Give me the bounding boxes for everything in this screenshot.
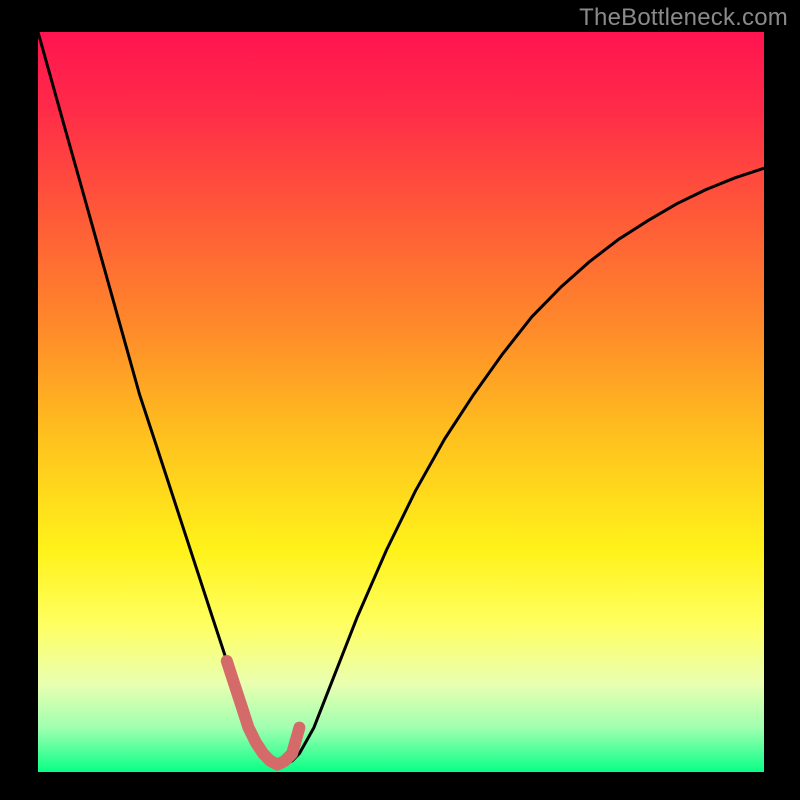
watermark-text: TheBottleneck.com xyxy=(579,4,788,32)
gradient-background xyxy=(38,32,764,772)
bottleneck-chart xyxy=(0,0,800,800)
chart-frame: TheBottleneck.com xyxy=(0,0,800,800)
